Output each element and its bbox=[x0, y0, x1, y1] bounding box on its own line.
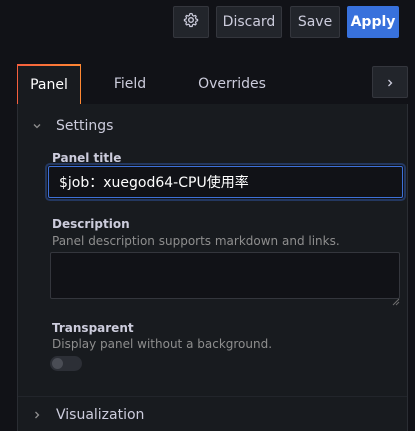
panel-editor: Discard Save Apply Panel Field Overrides… bbox=[0, 0, 415, 431]
settings-button[interactable] bbox=[173, 6, 209, 38]
chevron-right-icon bbox=[30, 408, 44, 422]
tab-overrides[interactable]: Overrides bbox=[177, 64, 287, 104]
chevron-right-icon bbox=[385, 73, 395, 92]
discard-button[interactable]: Discard bbox=[216, 6, 282, 38]
description-textarea[interactable] bbox=[50, 252, 400, 299]
apply-button[interactable]: Apply bbox=[347, 6, 399, 38]
panel-title-label: Panel title bbox=[52, 151, 122, 165]
options-pane: Settings Panel title Description Panel d… bbox=[17, 104, 408, 431]
save-button[interactable]: Save bbox=[290, 6, 340, 38]
options-tab-bar: Panel Field Overrides bbox=[17, 64, 415, 104]
panel-title-input[interactable] bbox=[48, 166, 403, 198]
settings-section-header[interactable]: Settings bbox=[18, 108, 407, 144]
editor-toolbar: Discard Save Apply bbox=[0, 0, 415, 46]
resize-grip-icon[interactable] bbox=[392, 291, 400, 306]
description-label: Description bbox=[52, 217, 130, 231]
toggle-knob bbox=[52, 358, 63, 369]
tab-panel[interactable]: Panel bbox=[17, 64, 81, 104]
gear-icon bbox=[183, 12, 199, 32]
settings-section-title: Settings bbox=[56, 118, 114, 134]
visualization-section-header[interactable]: Visualization bbox=[18, 396, 407, 431]
transparent-label: Transparent bbox=[52, 321, 134, 335]
transparent-toggle[interactable] bbox=[50, 356, 82, 371]
chevron-down-icon bbox=[30, 119, 44, 133]
expand-pane-button[interactable] bbox=[372, 66, 408, 98]
description-help-text: Panel description supports markdown and … bbox=[52, 234, 340, 248]
visualization-section-title: Visualization bbox=[56, 406, 145, 423]
transparent-help-text: Display panel without a background. bbox=[52, 337, 273, 351]
tab-field[interactable]: Field bbox=[97, 64, 163, 104]
